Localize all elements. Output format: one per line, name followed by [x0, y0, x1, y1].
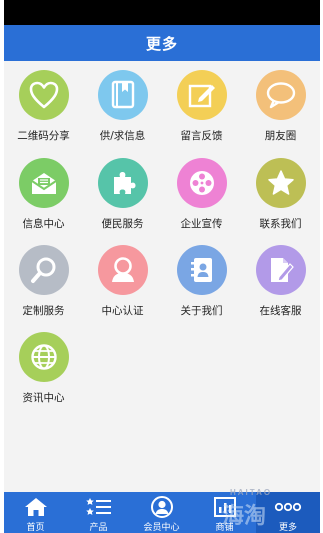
- grid-item-certification[interactable]: 中心认证: [83, 245, 162, 331]
- grid-item-label: 便民服务: [101, 218, 144, 230]
- tab-label: 产品: [89, 523, 108, 533]
- grid-item-label: 中心认证: [101, 305, 144, 317]
- grid-item-label: 定制服务: [22, 305, 65, 317]
- tab-label: 首页: [26, 523, 45, 533]
- search-icon: [18, 245, 69, 295]
- home-icon: [24, 496, 48, 518]
- tab-home[interactable]: 首页: [4, 492, 67, 533]
- globe-icon: [18, 332, 69, 382]
- grid-item-label: 联系我们: [259, 218, 302, 230]
- tab-more[interactable]: 更多: [256, 492, 320, 533]
- header-bar: 更多: [4, 25, 320, 61]
- mail-icon: [18, 158, 69, 208]
- grid-item-label: 在线客服: [259, 305, 302, 317]
- bottom-tab-bar: 首页 产品 会员中心 商铺 更多: [4, 492, 320, 533]
- tab-member-center[interactable]: 会员中心: [130, 492, 193, 533]
- note-pencil-icon: [255, 245, 306, 295]
- grid-item-promotion[interactable]: 企业宣传: [162, 158, 241, 244]
- grid-item-feedback[interactable]: 留言反馈: [162, 70, 241, 156]
- grid-item-custom-service[interactable]: 定制服务: [4, 245, 83, 331]
- grid-item-label: 二维码分享: [17, 130, 70, 142]
- grid-item-label: 关于我们: [180, 305, 223, 317]
- tab-label: 商铺: [215, 523, 234, 533]
- grid-item-label: 供/求信息: [99, 130, 146, 142]
- app-frame: 更多 二维码分享 供/求信息 留言反馈 朋友圈 信息中心 便民服务 企业宣传 联…: [4, 0, 320, 533]
- heart-icon: [18, 70, 69, 120]
- grid-item-online-support[interactable]: 在线客服: [241, 245, 320, 331]
- grid-item-info-center[interactable]: 信息中心: [4, 158, 83, 244]
- more-dots-icon: [274, 496, 302, 518]
- grid-item-contact-us[interactable]: 联系我们: [241, 158, 320, 244]
- page-title: 更多: [145, 34, 178, 53]
- tab-products[interactable]: 产品: [67, 492, 130, 533]
- grid-item-convenience[interactable]: 便民服务: [83, 158, 162, 244]
- star-icon: [255, 158, 306, 208]
- book-icon: [97, 70, 148, 120]
- grid-item-label: 留言反馈: [180, 130, 223, 142]
- grid-item-label: 朋友圈: [264, 130, 297, 142]
- grid-item-qrcode-share[interactable]: 二维码分享: [4, 70, 83, 156]
- grid-item-label: 企业宣传: [180, 218, 223, 230]
- user-circle-icon: [150, 496, 174, 518]
- tab-shop[interactable]: 商铺: [193, 492, 256, 533]
- tab-label: 会员中心: [143, 523, 180, 533]
- grid-item-supply-demand[interactable]: 供/求信息: [83, 70, 162, 156]
- grid-item-friends[interactable]: 朋友圈: [241, 70, 320, 156]
- grid-item-news-center[interactable]: 资讯中心: [4, 332, 83, 418]
- status-bar: [4, 0, 320, 25]
- chat-bubble-icon: [255, 70, 306, 120]
- film-reel-icon: [176, 158, 227, 208]
- grid-item-label: 信息中心: [22, 218, 65, 230]
- puzzle-icon: [97, 158, 148, 208]
- chart-icon: [213, 496, 237, 518]
- contact-book-icon: [176, 245, 227, 295]
- grid-item-label: 资讯中心: [22, 392, 65, 404]
- tab-label: 更多: [278, 523, 297, 533]
- list-icon: [85, 496, 112, 518]
- grid-item-about-us[interactable]: 关于我们: [162, 245, 241, 331]
- user-icon: [97, 245, 148, 295]
- edit-icon: [176, 70, 227, 120]
